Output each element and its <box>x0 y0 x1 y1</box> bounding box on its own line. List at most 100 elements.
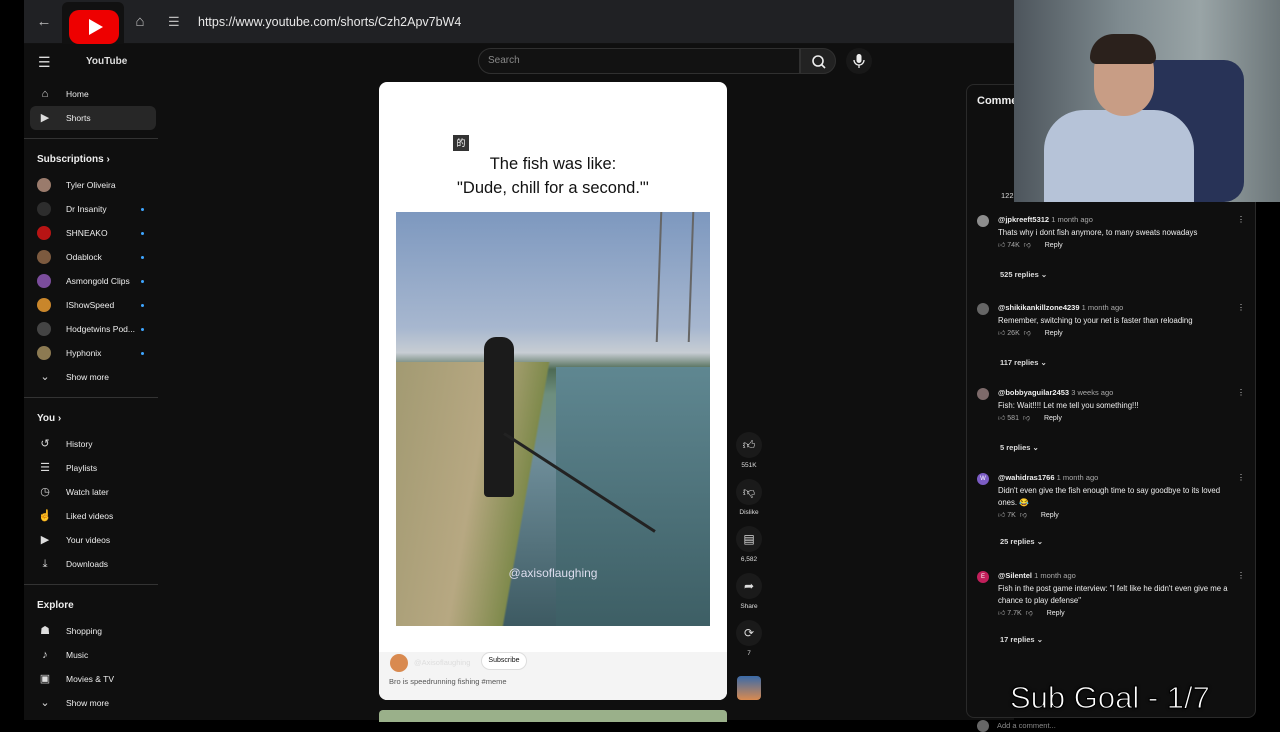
sidebar-item-label: Show more <box>66 372 109 382</box>
comment-author[interactable]: @wahidras1766 1 month ago <box>998 473 1098 482</box>
thumbs-up-icon[interactable]: 👍︎ <box>998 512 1005 519</box>
comment-text: Thats why i dont fish anymore, to many s… <box>998 228 1198 237</box>
comment-author[interactable]: @jpkreeft5312 1 month ago <box>998 215 1093 224</box>
pylon <box>655 212 695 342</box>
sound-thumbnail[interactable] <box>737 676 761 700</box>
youtube-logo-icon <box>62 2 124 48</box>
thumbs-down-icon[interactable]: 👎︎ <box>1023 415 1030 422</box>
first-comment-reply-count[interactable]: 122 <box>1001 191 1014 200</box>
you-heading[interactable]: You › <box>24 406 160 432</box>
sidebar-item[interactable]: ☰ Playlists <box>24 456 160 480</box>
reply-button[interactable]: Reply <box>1044 415 1062 422</box>
reply-button[interactable]: Reply <box>1047 610 1065 617</box>
share-button[interactable]: ➦ <box>736 573 762 599</box>
sidebar-item-shorts[interactable]: ▶ Shorts <box>30 106 156 130</box>
short-video[interactable]: @axisoflaughing <box>396 212 710 626</box>
search-button[interactable] <box>800 48 836 74</box>
comments-button[interactable]: ▤ <box>736 526 762 552</box>
commenter-avatar[interactable]: E <box>977 571 989 583</box>
comment-author[interactable]: @Silentel 1 month ago <box>998 571 1076 580</box>
sidebar-item-label: Show more <box>66 698 109 708</box>
reply-button[interactable]: Reply <box>1045 242 1063 249</box>
commenter-avatar[interactable] <box>977 388 989 400</box>
commenter-avatar[interactable] <box>977 215 989 227</box>
commenter-avatar[interactable] <box>977 303 989 315</box>
short-player[interactable]: 的 The fish was like: "Dude, chill for a … <box>379 82 727 700</box>
more-vert-icon[interactable]: ⋮ <box>1237 388 1245 397</box>
new-content-dot <box>141 328 144 331</box>
home-icon[interactable]: ⌂ <box>130 12 150 32</box>
text-glyph-icon: 的 <box>453 135 469 151</box>
thumbs-down-icon[interactable]: 👎︎ <box>1024 330 1031 337</box>
sidebar-item[interactable]: ☝ Liked videos <box>24 504 160 528</box>
sidebar-item[interactable]: ⤓ Downloads <box>24 552 160 576</box>
view-replies-button[interactable]: 5 replies ⌄ <box>1000 443 1039 452</box>
reply-button[interactable]: Reply <box>1045 330 1063 337</box>
sidebar-item-subscription[interactable]: IShowSpeed <box>24 293 160 317</box>
movies-icon: ▣ <box>39 673 51 685</box>
sidebar-item-subscription[interactable]: Hodgetwins Pod... <box>24 317 160 341</box>
short-description[interactable]: Bro is speedrunning fishing #meme <box>389 677 507 686</box>
sidebar-item[interactable]: ↺ History <box>24 432 160 456</box>
thumbs-down-icon[interactable]: 👎︎ <box>1024 242 1031 249</box>
comment-time: 1 month ago <box>1034 571 1076 580</box>
section-title: Explore <box>37 600 74 611</box>
sidebar-item-subscription[interactable]: Asmongold Clips <box>24 269 160 293</box>
voice-search-button[interactable] <box>846 48 872 74</box>
dislike-button[interactable]: 👎︎ <box>736 479 762 505</box>
site-settings-icon[interactable]: ☰ <box>168 8 180 36</box>
sidebar-item-subscription[interactable]: SHNEAKO <box>24 221 160 245</box>
sidebar-item[interactable]: ☗ Shopping <box>24 619 160 643</box>
back-arrow-icon[interactable]: ← <box>34 12 54 32</box>
subscriptions-heading[interactable]: Subscriptions › <box>24 147 160 173</box>
comment-author[interactable]: @bobbyaguilar2453 3 weeks ago <box>998 388 1113 397</box>
remix-button[interactable]: ⟳ <box>736 620 762 646</box>
menu-icon[interactable]: ☰ <box>38 54 51 71</box>
sidebar-item[interactable]: ▶ Your videos <box>24 528 160 552</box>
thumbs-down-icon[interactable]: 👎︎ <box>1026 610 1033 617</box>
remix-icon: ⟳ <box>743 626 755 640</box>
show-more-explore[interactable]: ⌄ Show more <box>24 691 160 715</box>
sidebar-item[interactable]: ◷ Watch later <box>24 480 160 504</box>
view-replies-button[interactable]: 117 replies ⌄ <box>1000 358 1047 367</box>
thumbs-up-icon[interactable]: 👍︎ <box>998 610 1005 617</box>
address-bar[interactable]: ☰ https://www.youtube.com/shorts/Czh2Apv… <box>164 8 1014 36</box>
comment-count: 6,582 <box>740 556 758 563</box>
channel-avatar[interactable] <box>390 654 408 672</box>
comments-title: Comme <box>977 95 1018 107</box>
more-vert-icon[interactable]: ⋮ <box>1237 215 1245 224</box>
comment-author[interactable]: @shikikankillzone4239 1 month ago <box>998 303 1123 312</box>
add-comment-input[interactable]: Add a comment... <box>997 721 1056 730</box>
like-button[interactable]: 👍︎ <box>736 432 762 458</box>
more-vert-icon[interactable]: ⋮ <box>1237 571 1245 580</box>
sidebar-item-subscription[interactable]: Hyphonix <box>24 341 160 365</box>
view-replies-button[interactable]: 25 replies ⌄ <box>1000 537 1043 546</box>
reply-button[interactable]: Reply <box>1041 512 1059 519</box>
view-replies-button[interactable]: 17 replies ⌄ <box>1000 635 1043 644</box>
show-more-subscriptions[interactable]: ⌄ Show more <box>24 365 160 389</box>
sidebar-item[interactable]: ♪ Music <box>24 643 160 667</box>
logo-text[interactable]: YouTube <box>86 56 127 67</box>
sidebar-item-home[interactable]: ⌂ Home <box>24 82 160 106</box>
channel-name[interactable]: @Axisoflaughing <box>414 658 470 667</box>
comment-time: 1 month ago <box>1051 215 1093 224</box>
thumbs-down-icon[interactable]: 👎︎ <box>1020 512 1027 519</box>
sidebar-item-subscription[interactable]: Tyler Oliveira <box>24 173 160 197</box>
sidebar-item-label: Home <box>66 89 89 99</box>
sidebar-item-subscription[interactable]: Dr Insanity <box>24 197 160 221</box>
channel-avatar <box>37 298 51 312</box>
sidebar-item[interactable]: ▣ Movies & TV <box>24 667 160 691</box>
thumbs-up-icon[interactable]: 👍︎ <box>998 242 1005 249</box>
commenter-avatar[interactable]: W <box>977 473 989 485</box>
thumbs-up-icon[interactable]: 👍︎ <box>998 330 1005 337</box>
sidebar-item-subscription[interactable]: Odablock <box>24 245 160 269</box>
new-content-dot <box>141 256 144 259</box>
next-short-preview[interactable] <box>379 710 727 722</box>
search-input[interactable]: Search <box>478 48 800 74</box>
thumbs-up-icon[interactable]: 👍︎ <box>998 415 1005 422</box>
more-vert-icon[interactable]: ⋮ <box>1237 303 1245 312</box>
more-vert-icon[interactable]: ⋮ <box>1237 473 1245 482</box>
stream-frame: ← ⌂ ☰ https://www.youtube.com/shorts/Czh… <box>0 0 1280 732</box>
view-replies-button[interactable]: 525 replies ⌄ <box>1000 270 1047 279</box>
subscribe-button[interactable]: Subscribe <box>482 653 526 669</box>
